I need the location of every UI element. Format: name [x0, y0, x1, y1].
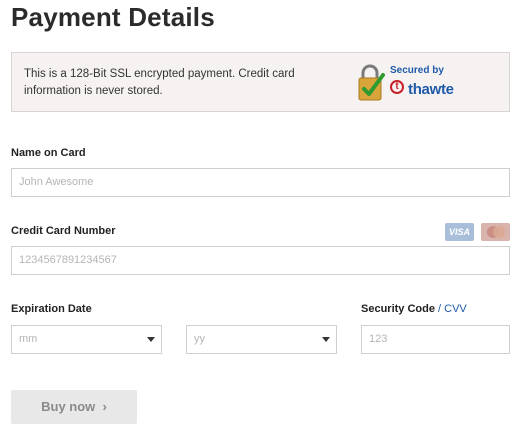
expiration-year-placeholder: yy — [194, 333, 205, 345]
name-on-card-label: Name on Card — [11, 147, 86, 159]
expiration-date-label: Expiration Date — [11, 303, 92, 315]
chevron-down-icon — [147, 337, 155, 342]
chevron-right-icon: › — [102, 399, 107, 414]
security-notice-text: This is a 128-Bit SSL encrypted payment.… — [24, 68, 295, 97]
security-code-label-text: Security Code — [361, 303, 435, 315]
cvv-link[interactable]: CVV — [444, 303, 467, 315]
expiration-month-select[interactable]: mm — [11, 325, 162, 354]
cvv-separator: / — [438, 303, 442, 315]
expiration-month-placeholder: mm — [19, 333, 38, 345]
page-title: Payment Details — [11, 2, 215, 32]
visa-icon: VISA — [445, 223, 474, 241]
expiration-year-select[interactable]: yy — [186, 325, 337, 354]
credit-card-number-input[interactable]: 1234567891234567 — [11, 246, 510, 275]
security-code-placeholder: 123 — [369, 333, 388, 345]
security-notice: This is a 128-Bit SSL encrypted payment.… — [11, 52, 510, 112]
mastercard-icon — [481, 223, 510, 241]
buy-now-label: Buy now — [41, 399, 96, 414]
security-code-input[interactable]: 123 — [361, 325, 510, 354]
name-on-card-input[interactable]: John Awesome — [11, 168, 510, 197]
thawte-logo-text: thawte — [408, 81, 454, 98]
buy-now-button[interactable]: Buy now › — [11, 390, 137, 424]
chevron-down-icon — [322, 337, 330, 342]
security-code-label: Security Code / CVV — [361, 303, 467, 315]
thawte-badge[interactable]: Secured by t thawte — [356, 61, 476, 105]
credit-card-number-placeholder: 1234567891234567 — [19, 254, 117, 266]
name-on-card-placeholder: John Awesome — [19, 176, 94, 188]
lock-icon — [358, 64, 385, 101]
credit-card-number-label: Credit Card Number — [11, 225, 116, 237]
badge-secured-text: Secured by — [390, 65, 444, 76]
thawte-logo-mark: t — [390, 80, 404, 94]
